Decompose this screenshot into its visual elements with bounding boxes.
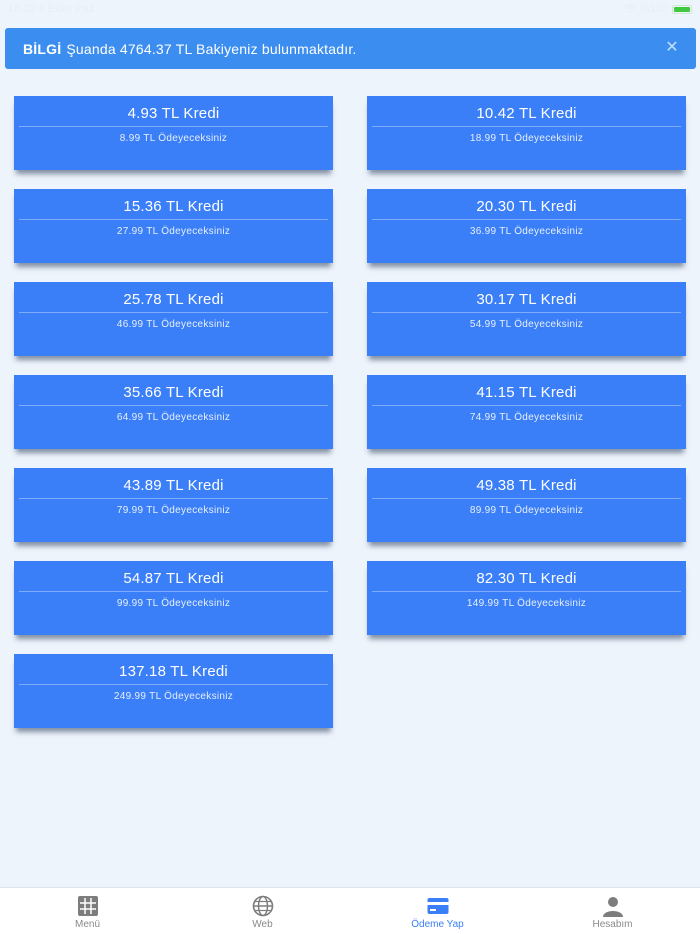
payment-amount: 54.99 TL Ödeyeceksiniz bbox=[469, 319, 584, 330]
user-icon bbox=[602, 897, 623, 917]
credit-amount: 30.17 TL Kredi bbox=[372, 282, 681, 313]
tab-odeme-yap[interactable]: Ödeme Yap bbox=[350, 888, 525, 934]
credit-amount: 4.93 TL Kredi bbox=[19, 96, 328, 127]
credit-amount: 137.18 TL Kredi bbox=[19, 654, 328, 685]
credit-card-icon bbox=[427, 898, 448, 914]
credit-package-card[interactable]: 41.15 TL Kredi 74.99 TL Ödeyeceksiniz bbox=[367, 375, 686, 449]
battery-icon bbox=[672, 4, 692, 14]
info-alert: BİLGİ Şuanda 4764.37 TL Bakiyeniz bulunm… bbox=[5, 28, 696, 69]
wifi-icon bbox=[624, 4, 636, 13]
payment-amount: 8.99 TL Ödeyeceksiniz bbox=[119, 133, 228, 144]
payment-amount: 79.99 TL Ödeyeceksiniz bbox=[116, 505, 231, 516]
credit-amount: 10.42 TL Kredi bbox=[372, 96, 681, 127]
credit-amount: 20.30 TL Kredi bbox=[372, 189, 681, 220]
payment-amount: 89.99 TL Ödeyeceksiniz bbox=[469, 505, 584, 516]
tab-web[interactable]: Web bbox=[175, 888, 350, 934]
credit-package-card[interactable]: 54.87 TL Kredi 99.99 TL Ödeyeceksiniz bbox=[14, 561, 333, 635]
payment-amount: 18.99 TL Ödeyeceksiniz bbox=[469, 133, 584, 144]
status-right-group: %100 bbox=[624, 3, 692, 15]
tab-bar: Menü Web Ödeme Yap Hesabım bbox=[0, 887, 700, 934]
credit-amount: 25.78 TL Kredi bbox=[19, 282, 328, 313]
tab-label: Hesabım bbox=[592, 919, 633, 930]
payment-amount: 64.99 TL Ödeyeceksiniz bbox=[116, 412, 231, 423]
credit-amount: 43.89 TL Kredi bbox=[19, 468, 328, 499]
credit-amount: 82.30 TL Kredi bbox=[372, 561, 681, 592]
credit-package-card[interactable]: 43.89 TL Kredi 79.99 TL Ödeyeceksiniz bbox=[14, 468, 333, 542]
credit-package-card[interactable]: 25.78 TL Kredi 46.99 TL Ödeyeceksiniz bbox=[14, 282, 333, 356]
credit-amount: 54.87 TL Kredi bbox=[19, 561, 328, 592]
credit-package-card[interactable]: 10.42 TL Kredi 18.99 TL Ödeyeceksiniz bbox=[367, 96, 686, 170]
grid-icon bbox=[77, 896, 98, 916]
tab-label: Ödeme Yap bbox=[411, 919, 464, 930]
credit-package-card[interactable]: 137.18 TL Kredi 249.99 TL Ödeyeceksiniz bbox=[14, 654, 333, 728]
alert-label: BİLGİ bbox=[23, 40, 62, 57]
alert-message: Şuanda 4764.37 TL Bakiyeniz bulunmaktadı… bbox=[66, 40, 357, 57]
payment-amount: 36.99 TL Ödeyeceksiniz bbox=[469, 226, 584, 237]
credit-amount: 35.66 TL Kredi bbox=[19, 375, 328, 406]
credit-package-card[interactable]: 20.30 TL Kredi 36.99 TL Ödeyeceksiniz bbox=[367, 189, 686, 263]
payment-amount: 74.99 TL Ödeyeceksiniz bbox=[469, 412, 584, 423]
close-icon[interactable]: ✕ bbox=[664, 40, 680, 56]
status-time-date: 16:29 4 Ekim Paz bbox=[8, 3, 95, 15]
credit-package-card[interactable]: 49.38 TL Kredi 89.99 TL Ödeyeceksiniz bbox=[367, 468, 686, 542]
credit-amount: 15.36 TL Kredi bbox=[19, 189, 328, 220]
credit-package-card[interactable]: 4.93 TL Kredi 8.99 TL Ödeyeceksiniz bbox=[14, 96, 333, 170]
globe-icon bbox=[252, 895, 273, 917]
payment-amount: 249.99 TL Ödeyeceksiniz bbox=[113, 691, 234, 702]
credit-package-card[interactable]: 15.36 TL Kredi 27.99 TL Ödeyeceksiniz bbox=[14, 189, 333, 263]
credit-package-card[interactable]: 30.17 TL Kredi 54.99 TL Ödeyeceksiniz bbox=[367, 282, 686, 356]
payment-amount: 46.99 TL Ödeyeceksiniz bbox=[116, 319, 231, 330]
payment-amount: 27.99 TL Ödeyeceksiniz bbox=[116, 226, 231, 237]
tab-label: Web bbox=[252, 919, 273, 930]
battery-percent: %100 bbox=[639, 3, 668, 15]
payment-amount: 99.99 TL Ödeyeceksiniz bbox=[116, 598, 231, 609]
payment-amount: 149.99 TL Ödeyeceksiniz bbox=[466, 598, 587, 609]
credit-package-card[interactable]: 82.30 TL Kredi 149.99 TL Ödeyeceksiniz bbox=[367, 561, 686, 635]
status-bar: 16:29 4 Ekim Paz %100 bbox=[0, 0, 700, 20]
credit-amount: 49.38 TL Kredi bbox=[372, 468, 681, 499]
tab-menu[interactable]: Menü bbox=[0, 888, 175, 934]
credit-package-card[interactable]: 35.66 TL Kredi 64.99 TL Ödeyeceksiniz bbox=[14, 375, 333, 449]
credit-amount: 41.15 TL Kredi bbox=[372, 375, 681, 406]
tab-label: Menü bbox=[74, 919, 100, 930]
tab-hesabim[interactable]: Hesabım bbox=[525, 888, 700, 934]
